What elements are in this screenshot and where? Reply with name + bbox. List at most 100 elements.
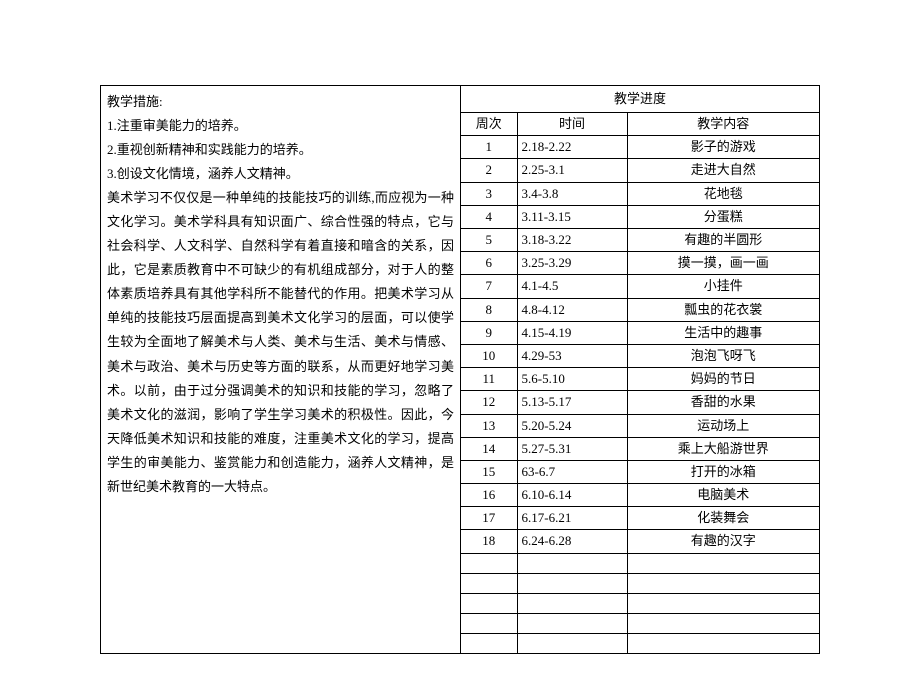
cell-time: 2.25-3.1 — [517, 159, 627, 182]
cell-content: 有趣的汉字 — [627, 530, 819, 553]
cell-week: 5 — [461, 229, 517, 252]
table-row: 166.10-6.14电脑美术 — [461, 484, 819, 507]
cell-time: 3.18-3.22 — [517, 229, 627, 252]
cell-week: 17 — [461, 507, 517, 530]
header-time: 时间 — [517, 113, 627, 136]
cell-content: 瓢虫的花衣裳 — [627, 298, 819, 321]
cell-time: 6.24-6.28 — [517, 530, 627, 553]
cell-time: 6.17-6.21 — [517, 507, 627, 530]
table-row: 22.25-3.1走进大自然 — [461, 159, 819, 182]
cell-time: 2.18-2.22 — [517, 136, 627, 159]
cell-week: 13 — [461, 414, 517, 437]
table-row: 84.8-4.12瓢虫的花衣裳 — [461, 298, 819, 321]
cell-week: 3 — [461, 182, 517, 205]
cell-content: 花地毯 — [627, 182, 819, 205]
table-row: 1563-6.7打开的冰箱 — [461, 460, 819, 483]
cell-time: 3.4-3.8 — [517, 182, 627, 205]
table-row: 74.1-4.5小挂件 — [461, 275, 819, 298]
cell-week: 6 — [461, 252, 517, 275]
table-row: 53.18-3.22有趣的半圆形 — [461, 229, 819, 252]
cell-week: 2 — [461, 159, 517, 182]
schedule-table: 周次 时间 教学内容 12.18-2.22影子的游戏22.25-3.1走进大自然… — [461, 113, 819, 653]
table-row: 186.24-6.28有趣的汉字 — [461, 530, 819, 553]
cell-time — [517, 553, 627, 573]
cell-week: 16 — [461, 484, 517, 507]
table-row: 115.6-5.10妈妈的节日 — [461, 368, 819, 391]
cell-week — [461, 613, 517, 633]
header-week: 周次 — [461, 113, 517, 136]
cell-content: 小挂件 — [627, 275, 819, 298]
cell-time — [517, 613, 627, 633]
cell-time: 4.8-4.12 — [517, 298, 627, 321]
cell-week: 9 — [461, 321, 517, 344]
right-column: 教学进度 周次 时间 教学内容 12.18-2.22影子的游戏22.25-3.1… — [461, 86, 819, 653]
cell-week: 10 — [461, 344, 517, 367]
table-row: 63.25-3.29摸一摸，画一画 — [461, 252, 819, 275]
table-row — [461, 593, 819, 613]
cell-content: 香甜的水果 — [627, 391, 819, 414]
cell-time — [517, 633, 627, 653]
cell-content: 电脑美术 — [627, 484, 819, 507]
cell-content — [627, 573, 819, 593]
cell-time: 3.11-3.15 — [517, 205, 627, 228]
cell-time: 4.1-4.5 — [517, 275, 627, 298]
cell-time — [517, 593, 627, 613]
cell-content: 妈妈的节日 — [627, 368, 819, 391]
cell-week — [461, 593, 517, 613]
measures-heading: 教学措施: — [107, 90, 454, 114]
header-content: 教学内容 — [627, 113, 819, 136]
measure-3: 3.创设文化情境，涵养人文精神。 — [107, 162, 454, 186]
cell-week: 11 — [461, 368, 517, 391]
cell-week: 14 — [461, 437, 517, 460]
cell-content — [627, 553, 819, 573]
cell-time: 5.27-5.31 — [517, 437, 627, 460]
cell-week: 4 — [461, 205, 517, 228]
cell-content — [627, 633, 819, 653]
measure-1: 1.注重审美能力的培养。 — [107, 114, 454, 138]
cell-content: 摸一摸，画一画 — [627, 252, 819, 275]
cell-content: 生活中的趣事 — [627, 321, 819, 344]
cell-time: 3.25-3.29 — [517, 252, 627, 275]
cell-time: 5.6-5.10 — [517, 368, 627, 391]
cell-content: 影子的游戏 — [627, 136, 819, 159]
left-column: 教学措施: 1.注重审美能力的培养。 2.重视创新精神和实践能力的培养。 3.创… — [101, 86, 461, 653]
cell-week: 1 — [461, 136, 517, 159]
cell-time: 63-6.7 — [517, 460, 627, 483]
cell-content — [627, 613, 819, 633]
cell-time: 4.15-4.19 — [517, 321, 627, 344]
cell-week — [461, 573, 517, 593]
cell-time: 5.20-5.24 — [517, 414, 627, 437]
cell-week: 15 — [461, 460, 517, 483]
table-row: 135.20-5.24运动场上 — [461, 414, 819, 437]
table-row — [461, 573, 819, 593]
table-row — [461, 553, 819, 573]
cell-content: 乘上大船游世界 — [627, 437, 819, 460]
cell-week: 12 — [461, 391, 517, 414]
measures-paragraph: 美术学习不仅仅是一种单纯的技能技巧的训练,而应视为一种文化学习。美术学科具有知识… — [107, 186, 454, 499]
table-row: 94.15-4.19生活中的趣事 — [461, 321, 819, 344]
cell-week — [461, 553, 517, 573]
table-row: 12.18-2.22影子的游戏 — [461, 136, 819, 159]
cell-week: 8 — [461, 298, 517, 321]
cell-time: 5.13-5.17 — [517, 391, 627, 414]
document-container: 教学措施: 1.注重审美能力的培养。 2.重视创新精神和实践能力的培养。 3.创… — [100, 85, 820, 654]
cell-content: 泡泡飞呀飞 — [627, 344, 819, 367]
cell-content: 运动场上 — [627, 414, 819, 437]
table-row: 145.27-5.31乘上大船游世界 — [461, 437, 819, 460]
cell-content: 有趣的半圆形 — [627, 229, 819, 252]
cell-content: 化装舞会 — [627, 507, 819, 530]
cell-content — [627, 593, 819, 613]
schedule-title: 教学进度 — [461, 86, 819, 113]
cell-time: 4.29-53 — [517, 344, 627, 367]
measure-2: 2.重视创新精神和实践能力的培养。 — [107, 138, 454, 162]
schedule-header-row: 周次 时间 教学内容 — [461, 113, 819, 136]
table-row: 176.17-6.21化装舞会 — [461, 507, 819, 530]
table-row: 43.11-3.15分蛋糕 — [461, 205, 819, 228]
cell-time: 6.10-6.14 — [517, 484, 627, 507]
cell-week: 18 — [461, 530, 517, 553]
table-row — [461, 633, 819, 653]
cell-week — [461, 633, 517, 653]
cell-content: 走进大自然 — [627, 159, 819, 182]
table-row: 125.13-5.17香甜的水果 — [461, 391, 819, 414]
cell-content: 打开的冰箱 — [627, 460, 819, 483]
